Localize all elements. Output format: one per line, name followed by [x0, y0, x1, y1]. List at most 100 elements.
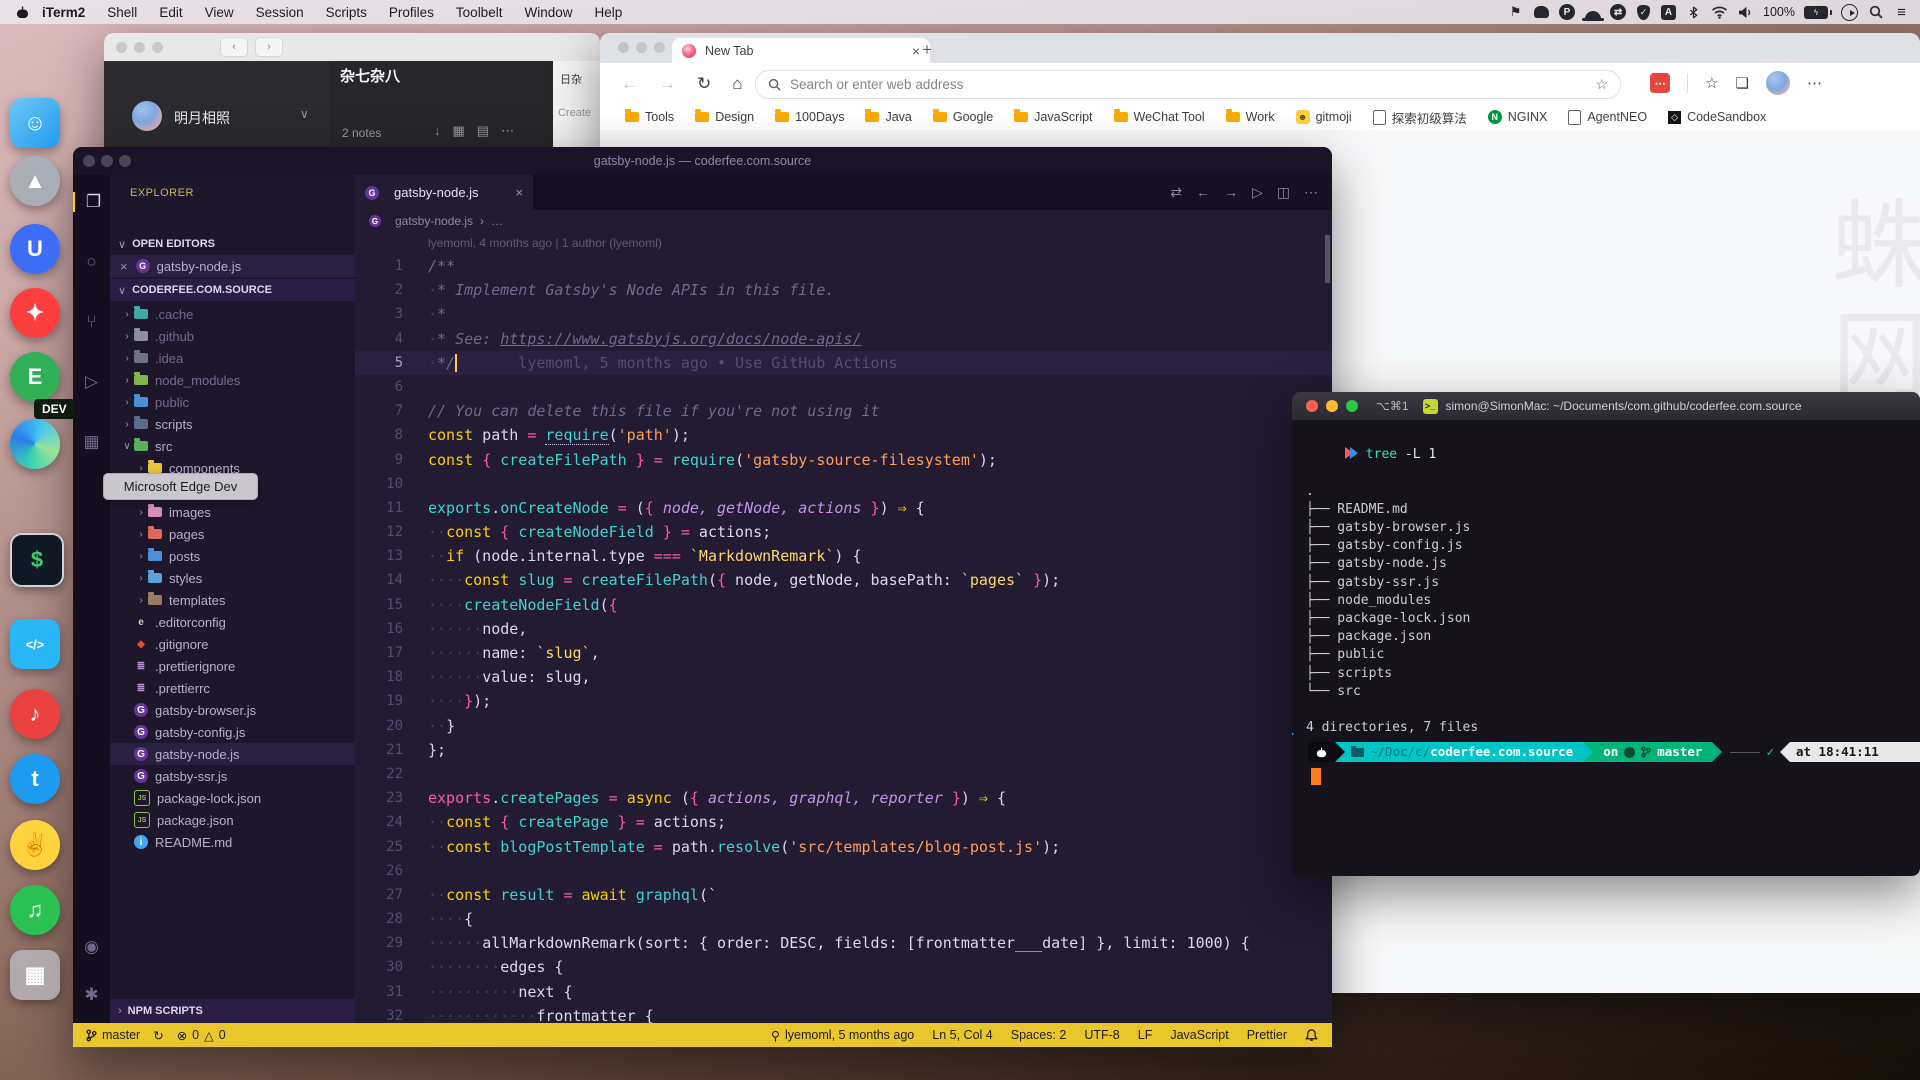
- debug-icon[interactable]: ▷: [73, 372, 110, 392]
- tree-item-images[interactable]: ›images: [110, 501, 355, 523]
- home-icon[interactable]: ⌂: [732, 74, 742, 94]
- bookmark-folder[interactable]: Work: [1226, 110, 1275, 124]
- source-control-icon[interactable]: ⑂: [73, 312, 110, 332]
- search-icon[interactable]: ○: [73, 252, 110, 272]
- back-icon[interactable]: ←: [621, 74, 638, 94]
- bluetooth-icon[interactable]: [1685, 4, 1702, 21]
- sync-status-icon[interactable]: ↻: [153, 1028, 163, 1043]
- bookmark-star-icon[interactable]: ☆: [1595, 76, 1608, 93]
- menu-item-edit[interactable]: Edit: [148, 5, 193, 20]
- project-section-header[interactable]: ∨CODERFEE.COM.SOURCE: [110, 279, 355, 301]
- notification-center-icon[interactable]: ≡: [1893, 4, 1910, 21]
- eol-status[interactable]: LF: [1138, 1028, 1153, 1042]
- window-manager-icon[interactable]: ⚑: [1507, 4, 1524, 21]
- note-list-tools[interactable]: ↓▦▤⋯: [434, 123, 526, 139]
- tree-item-public[interactable]: ›public: [110, 391, 355, 413]
- code-line-26[interactable]: 26: [355, 859, 1332, 883]
- code-line-5[interactable]: 5·*/ lyemoml, 5 months ago • Use GitHub …: [355, 351, 1332, 375]
- terminal-body[interactable]: tree -L 1 .├── README.md├── gatsby-brows…: [1292, 420, 1920, 876]
- code-line-8[interactable]: 8const path = require('path');: [355, 423, 1332, 447]
- menu-item-help[interactable]: Help: [583, 5, 633, 20]
- menu-item-view[interactable]: View: [194, 5, 245, 20]
- browser-tab[interactable]: New Tab ×: [672, 38, 930, 63]
- code-line-1[interactable]: 1/**: [355, 254, 1332, 278]
- minimize-button[interactable]: [134, 42, 145, 53]
- bookmark-cube[interactable]: ◇CodeSandbox: [1668, 110, 1766, 124]
- editor-scrollbar[interactable]: [1325, 235, 1330, 283]
- menu-item-window[interactable]: Window: [513, 5, 583, 20]
- tree-item-styles[interactable]: ›styles: [110, 567, 355, 589]
- code-line-4[interactable]: 4·* See: https://www.gatsbyjs.org/docs/n…: [355, 327, 1332, 351]
- bookmark-folder[interactable]: Tools: [625, 110, 674, 124]
- refresh-icon[interactable]: ↻: [697, 74, 711, 94]
- code-line-3[interactable]: 3·*: [355, 302, 1332, 326]
- code-line-7[interactable]: 7// You can delete this file if you're n…: [355, 399, 1332, 423]
- profile-avatar[interactable]: [1766, 71, 1790, 95]
- twitter-icon[interactable]: t: [10, 754, 60, 804]
- hat-menu-icon[interactable]: [1584, 4, 1601, 21]
- git-branch-status[interactable]: master: [86, 1028, 140, 1042]
- volume-icon[interactable]: [1737, 4, 1754, 21]
- code-editor[interactable]: lyemoml, 4 months ago | 1 author (lyemom…: [355, 232, 1332, 1023]
- breadcrumb[interactable]: G gatsby-node.js›…: [355, 210, 1332, 232]
- bookmark-emoji[interactable]: ☻gitmoji: [1296, 110, 1352, 124]
- close-button[interactable]: [1306, 400, 1318, 412]
- tree-item-README.md[interactable]: iREADME.md: [110, 831, 355, 853]
- code-line-25[interactable]: 25··const blogPostTemplate = path.resolv…: [355, 835, 1332, 859]
- code-line-19[interactable]: 19····});: [355, 689, 1332, 713]
- tree-item-.prettierignore[interactable]: ≣.prettierignore: [110, 655, 355, 677]
- trash-icon[interactable]: ▦: [10, 950, 60, 1000]
- tree-item-pages[interactable]: ›pages: [110, 523, 355, 545]
- collections-icon[interactable]: ❏: [1736, 74, 1749, 92]
- open-editors-header[interactable]: ∨OPEN EDITORS: [110, 233, 355, 255]
- qq-music-icon[interactable]: ♫: [10, 885, 60, 935]
- bookmark-folder[interactable]: 100Days: [775, 110, 844, 124]
- menu-item-session[interactable]: Session: [245, 5, 315, 20]
- open-editor-item[interactable]: × G gatsby-node.js: [110, 255, 355, 277]
- code-line-12[interactable]: 12··const { createNodeField } = actions;: [355, 520, 1332, 544]
- bookmark-page[interactable]: 探索初级算法: [1373, 108, 1467, 127]
- back-button[interactable]: ‹: [220, 37, 248, 57]
- bookmark-folder[interactable]: Google: [933, 110, 993, 124]
- chevron-down-icon[interactable]: ∨: [300, 107, 309, 121]
- code-line-18[interactable]: 18······value: slug,: [355, 665, 1332, 689]
- address-bar[interactable]: Search or enter web address ☆: [755, 70, 1621, 99]
- code-line-9[interactable]: 9const { createFilePath } = require('gat…: [355, 448, 1332, 472]
- evernote-icon[interactable]: E: [10, 352, 60, 402]
- switcher-menu-icon[interactable]: ⇄: [1610, 4, 1626, 20]
- iterm-dock-icon[interactable]: $: [10, 533, 64, 587]
- zoom-button[interactable]: [1346, 400, 1358, 412]
- sync-menu-icon[interactable]: [1841, 4, 1858, 21]
- zoom-button[interactable]: [119, 155, 131, 167]
- minimize-button[interactable]: [636, 42, 647, 53]
- code-line-31[interactable]: 31··········next {: [355, 980, 1332, 1004]
- menu-item-scripts[interactable]: Scripts: [315, 5, 378, 20]
- account-name[interactable]: 明月相照: [174, 108, 230, 128]
- split-editor-icon[interactable]: ◫: [1277, 184, 1290, 201]
- run-icon[interactable]: ▷: [1252, 184, 1263, 201]
- code-line-15[interactable]: 15····createNodeField({: [355, 593, 1332, 617]
- open-changes-icon[interactable]: ⇄: [1170, 184, 1182, 201]
- finder-icon[interactable]: ☺: [10, 98, 60, 148]
- evernote-menu-icon[interactable]: [1533, 4, 1550, 21]
- code-line-14[interactable]: 14····const slug = createFilePath({ node…: [355, 568, 1332, 592]
- bookmark-nginx[interactable]: NNGINX: [1488, 110, 1548, 124]
- tree-item-package-lock.json[interactable]: JSpackage-lock.json: [110, 787, 355, 809]
- tree-item-src[interactable]: ∨src: [110, 435, 355, 457]
- menu-item-shell[interactable]: Shell: [96, 5, 148, 20]
- netease-music-icon[interactable]: ♪: [10, 689, 60, 739]
- tree-item-.gitignore[interactable]: ◆.gitignore: [110, 633, 355, 655]
- code-line-27[interactable]: 27··const result = await graphql(`: [355, 883, 1332, 907]
- code-line-28[interactable]: 28····{: [355, 907, 1332, 931]
- favorites-icon[interactable]: ☆: [1705, 74, 1718, 92]
- code-line-13[interactable]: 13··if (node.internal.type === `Markdown…: [355, 544, 1332, 568]
- forward-icon[interactable]: →: [659, 74, 676, 94]
- blame-status[interactable]: ⚲ lyemoml, 5 months ago: [771, 1028, 914, 1043]
- bookmark-page[interactable]: AgentNEO: [1568, 110, 1647, 125]
- code-line-6[interactable]: 6: [355, 375, 1332, 399]
- close-button[interactable]: [83, 155, 95, 167]
- explorer-icon[interactable]: ❐: [73, 192, 112, 212]
- menu-item-toolbelt[interactable]: Toolbelt: [445, 5, 514, 20]
- code-line-32[interactable]: 32············frontmatter {: [355, 1004, 1332, 1023]
- tree-item-gatsby-ssr.js[interactable]: Ggatsby-ssr.js: [110, 765, 355, 787]
